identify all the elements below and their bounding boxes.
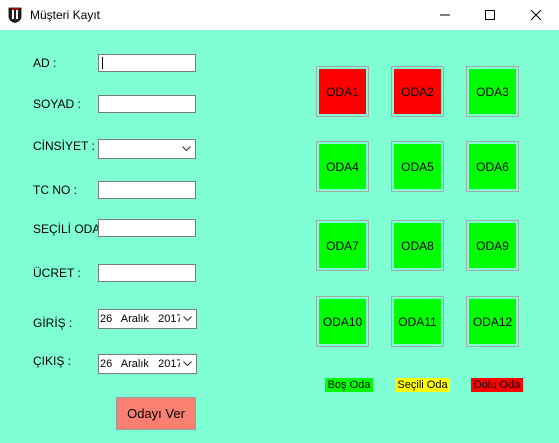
room-button-oda2[interactable]: ODA2 xyxy=(391,66,444,117)
app-logo-icon xyxy=(8,7,22,23)
room-button-oda1[interactable]: ODA1 xyxy=(316,66,369,117)
assign-room-button[interactable]: Odayı Ver xyxy=(116,397,196,430)
room-label: ODA9 xyxy=(469,223,516,268)
giris-date-value: 26 Aralık 2017 xyxy=(100,313,183,325)
room-label: ODA6 xyxy=(469,144,516,189)
chevron-down-icon xyxy=(183,361,192,367)
giris-dropdown-button[interactable] xyxy=(180,310,196,328)
room-button-oda9[interactable]: ODA9 xyxy=(466,220,519,271)
minimize-icon xyxy=(440,14,450,16)
room-button-oda6[interactable]: ODA6 xyxy=(466,141,519,192)
room-label: ODA5 xyxy=(394,144,441,189)
label-cinsiyet: CİNSİYET : xyxy=(33,139,95,153)
room-button-oda11[interactable]: ODA11 xyxy=(391,296,444,347)
cinsiyet-select[interactable] xyxy=(98,139,196,159)
legend-secili-oda: Seçili Oda xyxy=(395,378,450,392)
cikis-date-value: 26 Aralık 2017 xyxy=(100,358,183,370)
maximize-button[interactable] xyxy=(467,0,513,30)
legend-dolu-oda: Dolu Oda xyxy=(471,378,523,392)
room-label: ODA10 xyxy=(319,299,366,344)
cikis-date-picker[interactable]: 26 Aralık 2017 xyxy=(98,354,197,374)
tc-no-input[interactable] xyxy=(98,181,196,199)
room-label: ODA3 xyxy=(469,69,516,114)
room-label: ODA2 xyxy=(394,69,441,114)
window-title: Müşteri Kayıt xyxy=(30,8,101,22)
room-button-oda4[interactable]: ODA4 xyxy=(316,141,369,192)
close-button[interactable] xyxy=(513,0,559,30)
title-bar: Müşteri Kayıt xyxy=(0,0,559,30)
label-cikis: ÇIKIŞ : xyxy=(33,354,72,368)
room-label: ODA11 xyxy=(394,299,441,344)
room-label: ODA4 xyxy=(319,144,366,189)
room-label: ODA7 xyxy=(319,223,366,268)
close-icon xyxy=(531,10,541,20)
giris-date-picker[interactable]: 26 Aralık 2017 xyxy=(98,309,197,329)
label-ucret: ÜCRET : xyxy=(33,266,81,280)
maximize-icon xyxy=(485,10,495,20)
room-button-oda5[interactable]: ODA5 xyxy=(391,141,444,192)
room-button-oda10[interactable]: ODA10 xyxy=(316,296,369,347)
label-tc-no: TC NO : xyxy=(33,183,77,197)
text-caret xyxy=(102,57,103,69)
room-button-oda12[interactable]: ODA12 xyxy=(466,296,519,347)
label-ad: AD : xyxy=(33,56,57,70)
room-label: ODA8 xyxy=(394,223,441,268)
room-label: ODA12 xyxy=(469,299,516,344)
ad-input[interactable] xyxy=(98,54,196,72)
minimize-button[interactable] xyxy=(422,0,468,30)
label-giris: GİRİŞ : xyxy=(33,316,73,330)
ucret-input[interactable] xyxy=(98,264,196,282)
chevron-down-icon xyxy=(182,146,191,152)
cikis-dropdown-button[interactable] xyxy=(180,355,196,373)
legend-bos-oda: Boş Oda xyxy=(325,378,373,392)
label-secili-oda: SEÇİLİ ODA : xyxy=(33,222,107,236)
secili-oda-input[interactable] xyxy=(98,219,196,237)
form-body: AD : SOYAD : CİNSİYET : TC NO : SEÇİLİ O… xyxy=(0,30,559,443)
room-label: ODA1 xyxy=(319,69,366,114)
room-button-oda7[interactable]: ODA7 xyxy=(316,220,369,271)
chevron-down-icon xyxy=(183,316,192,322)
soyad-input[interactable] xyxy=(98,95,196,113)
room-button-oda3[interactable]: ODA3 xyxy=(466,66,519,117)
label-soyad: SOYAD : xyxy=(33,97,81,111)
room-button-oda8[interactable]: ODA8 xyxy=(391,220,444,271)
